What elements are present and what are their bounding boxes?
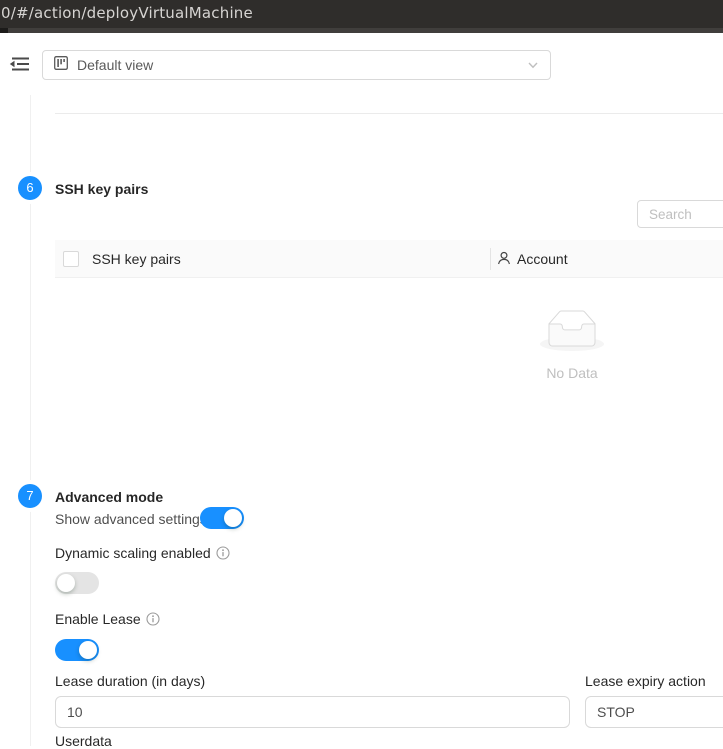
chevron-down-icon bbox=[527, 59, 539, 71]
lease-duration-label: Lease duration (in days) bbox=[55, 673, 205, 689]
select-all-checkbox[interactable] bbox=[63, 251, 79, 267]
menu-fold-icon[interactable] bbox=[8, 54, 30, 74]
dynamic-scaling-text: Dynamic scaling enabled bbox=[55, 545, 211, 561]
enable-lease-toggle[interactable] bbox=[55, 639, 99, 661]
section-divider bbox=[55, 113, 723, 114]
window-strip bbox=[0, 28, 723, 33]
toggle-knob bbox=[224, 509, 242, 527]
dynamic-scaling-label: Dynamic scaling enabled bbox=[55, 545, 230, 561]
toggle-knob bbox=[79, 641, 97, 659]
browser-url: 0/#/action/deployVirtualMachine bbox=[1, 4, 253, 22]
ssh-table-header: SSH key pairs Account bbox=[55, 240, 723, 278]
show-advanced-settings-toggle[interactable] bbox=[200, 507, 244, 529]
search-input[interactable] bbox=[637, 200, 723, 228]
column-header-sshkeypairs: SSH key pairs bbox=[92, 240, 181, 278]
account-label: Account bbox=[517, 251, 568, 267]
lease-expiry-select[interactable] bbox=[585, 696, 723, 728]
empty-inbox-icon bbox=[540, 338, 604, 355]
lease-expiry-label: Lease expiry action bbox=[585, 673, 706, 689]
step-6-badge: 6 bbox=[18, 176, 42, 200]
show-advanced-settings-label: Show advanced settings bbox=[55, 511, 207, 527]
enable-lease-label: Enable Lease bbox=[55, 611, 160, 627]
toggle-knob bbox=[57, 574, 75, 592]
step-6-title: SSH key pairs bbox=[55, 181, 148, 197]
window-strip-edge bbox=[0, 28, 8, 33]
enable-lease-text: Enable Lease bbox=[55, 611, 141, 627]
dynamic-scaling-toggle[interactable] bbox=[55, 572, 99, 594]
info-icon[interactable] bbox=[216, 546, 230, 560]
step-6-number: 6 bbox=[26, 180, 33, 195]
lease-duration-input[interactable] bbox=[55, 696, 570, 728]
project-icon bbox=[54, 56, 68, 75]
info-icon[interactable] bbox=[146, 612, 160, 626]
empty-state-text: No Data bbox=[540, 365, 604, 381]
browser-url-bar: 0/#/action/deployVirtualMachine bbox=[0, 0, 723, 28]
column-header-account: Account bbox=[497, 240, 568, 278]
view-selector-value: Default view bbox=[77, 57, 518, 73]
step-7-number: 7 bbox=[26, 488, 33, 503]
step-7-title: Advanced mode bbox=[55, 489, 163, 505]
account-icon bbox=[497, 251, 511, 268]
userdata-label: Userdata bbox=[55, 733, 112, 749]
empty-state: No Data bbox=[540, 310, 604, 381]
view-selector[interactable]: Default view bbox=[42, 50, 551, 80]
column-separator bbox=[490, 248, 491, 270]
step-7-badge: 7 bbox=[18, 484, 42, 508]
